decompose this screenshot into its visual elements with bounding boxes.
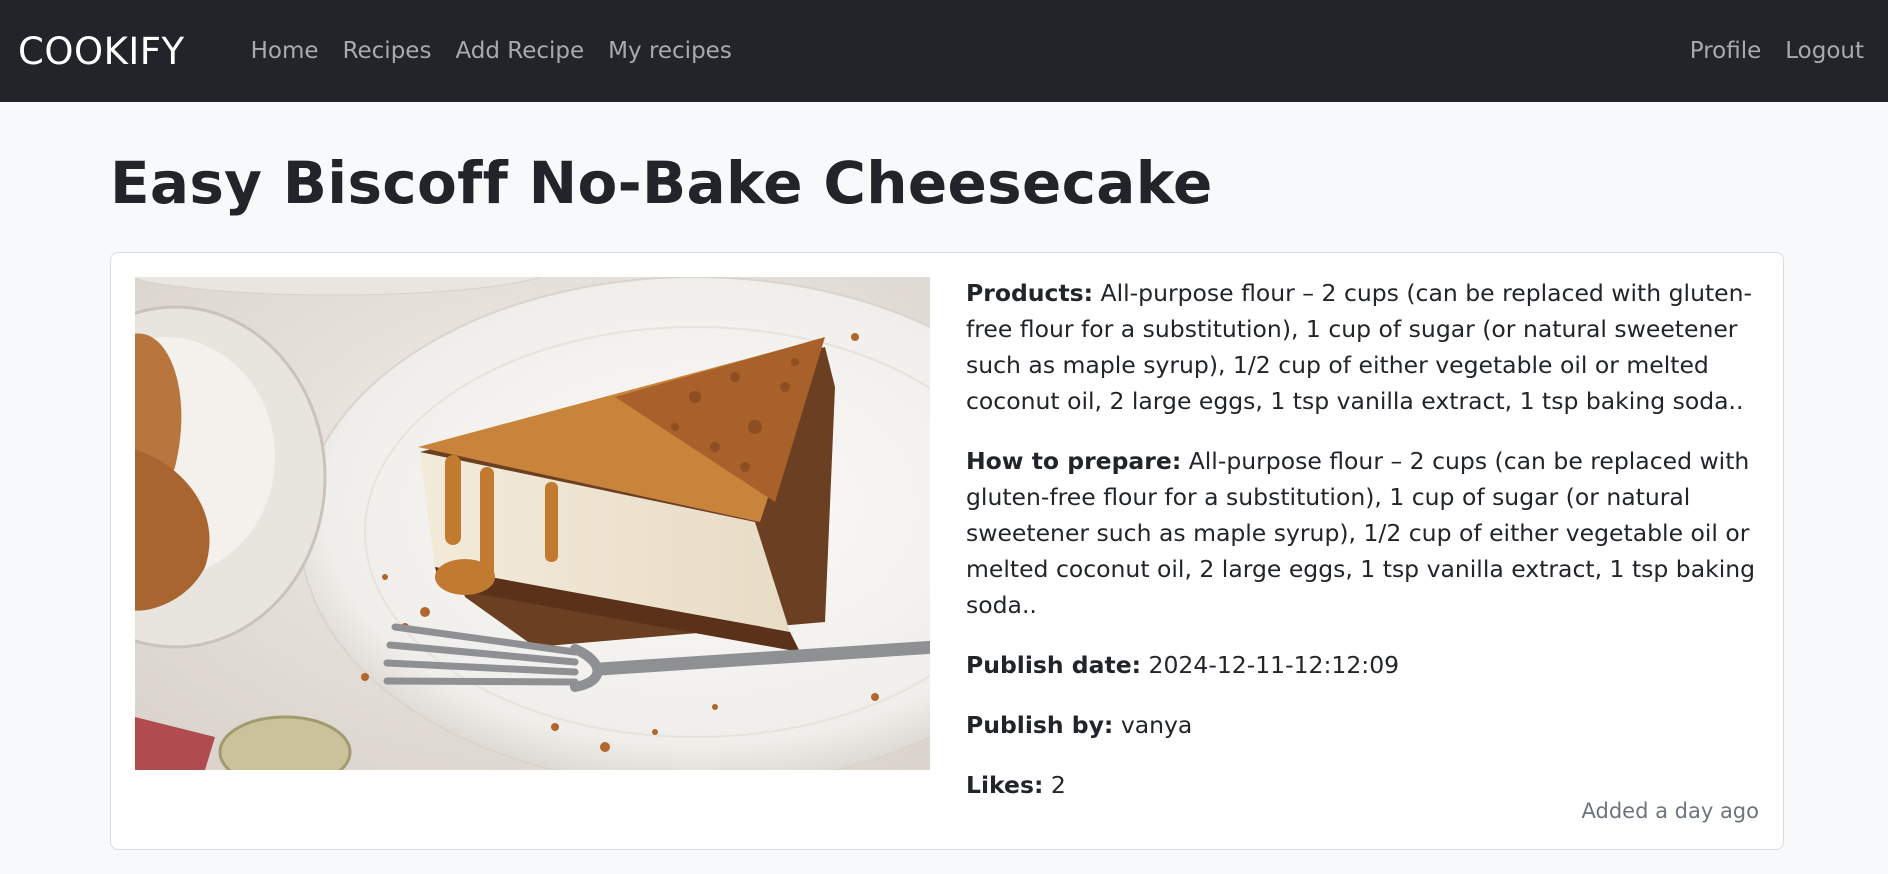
publish-date-label: Publish date: xyxy=(966,651,1142,679)
publish-by-label: Publish by: xyxy=(966,711,1114,739)
publish-date-row: Publish date: 2024-12-11-12:12:09 xyxy=(966,647,1766,683)
nav-profile-link[interactable]: Profile xyxy=(1678,38,1774,64)
nav-my-recipes-link[interactable]: My recipes xyxy=(596,38,744,64)
recipe-title: Easy Biscoff No-Bake Cheesecake xyxy=(110,149,1213,217)
main-container: Easy Biscoff No-Bake Cheesecake xyxy=(0,150,1888,217)
nav-user-links: Profile Logout xyxy=(1678,38,1870,64)
products-row: Products: All-purpose flour – 2 cups (ca… xyxy=(966,275,1766,419)
prepare-label: How to prepare: xyxy=(966,447,1182,475)
nav-add-recipe-link[interactable]: Add Recipe xyxy=(443,38,596,64)
nav-logout-link[interactable]: Logout xyxy=(1773,38,1870,64)
recipe-image xyxy=(135,277,930,770)
brand-logo[interactable]: COOKIFY xyxy=(18,30,185,73)
top-navbar: COOKIFY Home Recipes Add Recipe My recip… xyxy=(0,0,1888,102)
publish-by-value: vanya xyxy=(1120,711,1193,739)
added-time: Added a day ago xyxy=(1581,799,1759,823)
recipe-card: Products: All-purpose flour – 2 cups (ca… xyxy=(110,252,1784,850)
products-label: Products: xyxy=(966,279,1094,307)
likes-value: 2 xyxy=(1050,771,1066,799)
nav-links: Home Recipes Add Recipe My recipes xyxy=(239,38,744,64)
nav-recipes-link[interactable]: Recipes xyxy=(331,38,444,64)
nav-home-link[interactable]: Home xyxy=(239,38,331,64)
publish-date-value: 2024-12-11-12:12:09 xyxy=(1148,651,1400,679)
prepare-row: How to prepare: All-purpose flour – 2 cu… xyxy=(966,443,1766,623)
likes-row: Likes: 2 xyxy=(966,767,1766,803)
likes-label: Likes: xyxy=(966,771,1044,799)
recipe-details: Products: All-purpose flour – 2 cups (ca… xyxy=(966,275,1766,827)
publish-by-row: Publish by: vanya xyxy=(966,707,1766,743)
